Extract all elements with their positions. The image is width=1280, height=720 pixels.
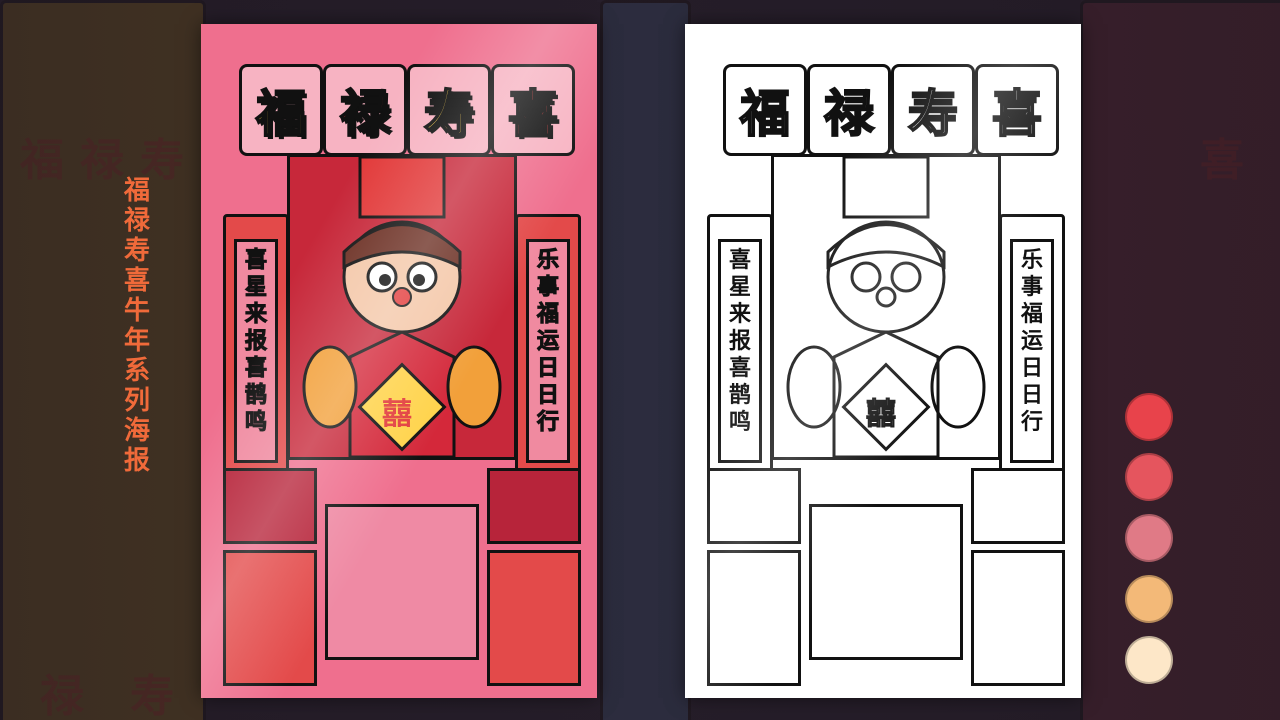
lantern-cell-right [971,550,1065,686]
title-char-xi: 喜 [975,64,1059,156]
lantern-cell-right [487,550,581,686]
bottom-right-cell [487,468,581,544]
bottom-left-cell [707,468,801,544]
lineart-poster: 福 禄 寿 喜 喜星来报喜鹊鸣 乐事福运日日行 囍 [685,24,1081,698]
title-char-xi: 喜 [491,64,575,156]
series-title: 福禄寿喜牛年系列海报 [123,176,150,476]
left-couplet: 喜星来报喜鹊鸣 [223,214,289,488]
palette-swatch [1125,514,1173,562]
title-char-fu: 福 [239,64,323,156]
palette-swatch [1125,575,1173,623]
palette-swatch [1125,636,1173,684]
bg-shade [0,0,1280,720]
right-couplet-text: 乐事福运日日行 [536,248,559,436]
emblem: 囍 [382,397,412,432]
bottom-center-cell [325,504,479,660]
left-couplet-text: 喜星来报喜鹊鸣 [728,248,751,435]
bottom-center-cell [809,504,963,660]
color-poster: 福 禄 寿 喜 喜星来报喜鹊鸣 乐事福运日日行 囍 [201,24,597,698]
title-char-shou: 寿 [407,64,491,156]
background-pattern: 福 禄 寿 喜 禄 寿 [0,0,1280,720]
title-char-lu: 禄 [807,64,891,156]
bottom-left-cell [223,468,317,544]
left-couplet-text: 喜星来报喜鹊鸣 [244,248,267,436]
palette-swatch [1125,393,1173,441]
lantern-cell-left [223,550,317,686]
right-couplet: 乐事福运日日行 [515,214,581,488]
title-char-shou: 寿 [891,64,975,156]
ox-character-panel: 囍 [287,154,517,460]
left-couplet: 喜星来报喜鹊鸣 [707,214,773,488]
palette-swatch [1125,453,1173,501]
emblem: 囍 [866,397,897,433]
right-couplet: 乐事福运日日行 [999,214,1065,488]
right-couplet-text: 乐事福运日日行 [1020,248,1043,435]
bottom-right-cell [971,468,1065,544]
title-char-fu: 福 [723,64,807,156]
ox-character-panel: 囍 [771,154,1001,460]
lantern-cell-left [707,550,801,686]
title-char-lu: 禄 [323,64,407,156]
